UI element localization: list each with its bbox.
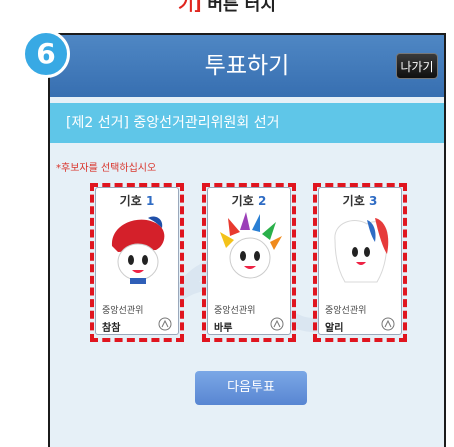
exit-button[interactable]: 나가기: [396, 53, 438, 79]
election-title: [제2 선거] 중앙선거관리위원회 선거: [50, 103, 444, 143]
selection-highlight: [202, 183, 296, 342]
instruction-text: 기] 버튼 터치: [0, 0, 454, 22]
selection-highlight: [313, 183, 407, 342]
instruction-rest: 버튼 터치: [201, 0, 276, 15]
next-vote-button[interactable]: 다음투표: [195, 371, 307, 405]
instruction-highlight: 기]: [178, 0, 202, 15]
voting-screen: 투표하기 나가기 [제2 선거] 중앙선거관리위원회 선거 *후보자를 선택하십…: [48, 33, 446, 447]
header-bar: 투표하기 나가기: [50, 35, 444, 97]
step-number-badge: 6: [22, 30, 70, 78]
page-title: 투표하기: [204, 53, 290, 79]
select-notice: *후보자를 선택하십시오: [56, 163, 157, 174]
selection-highlight: [90, 183, 184, 342]
